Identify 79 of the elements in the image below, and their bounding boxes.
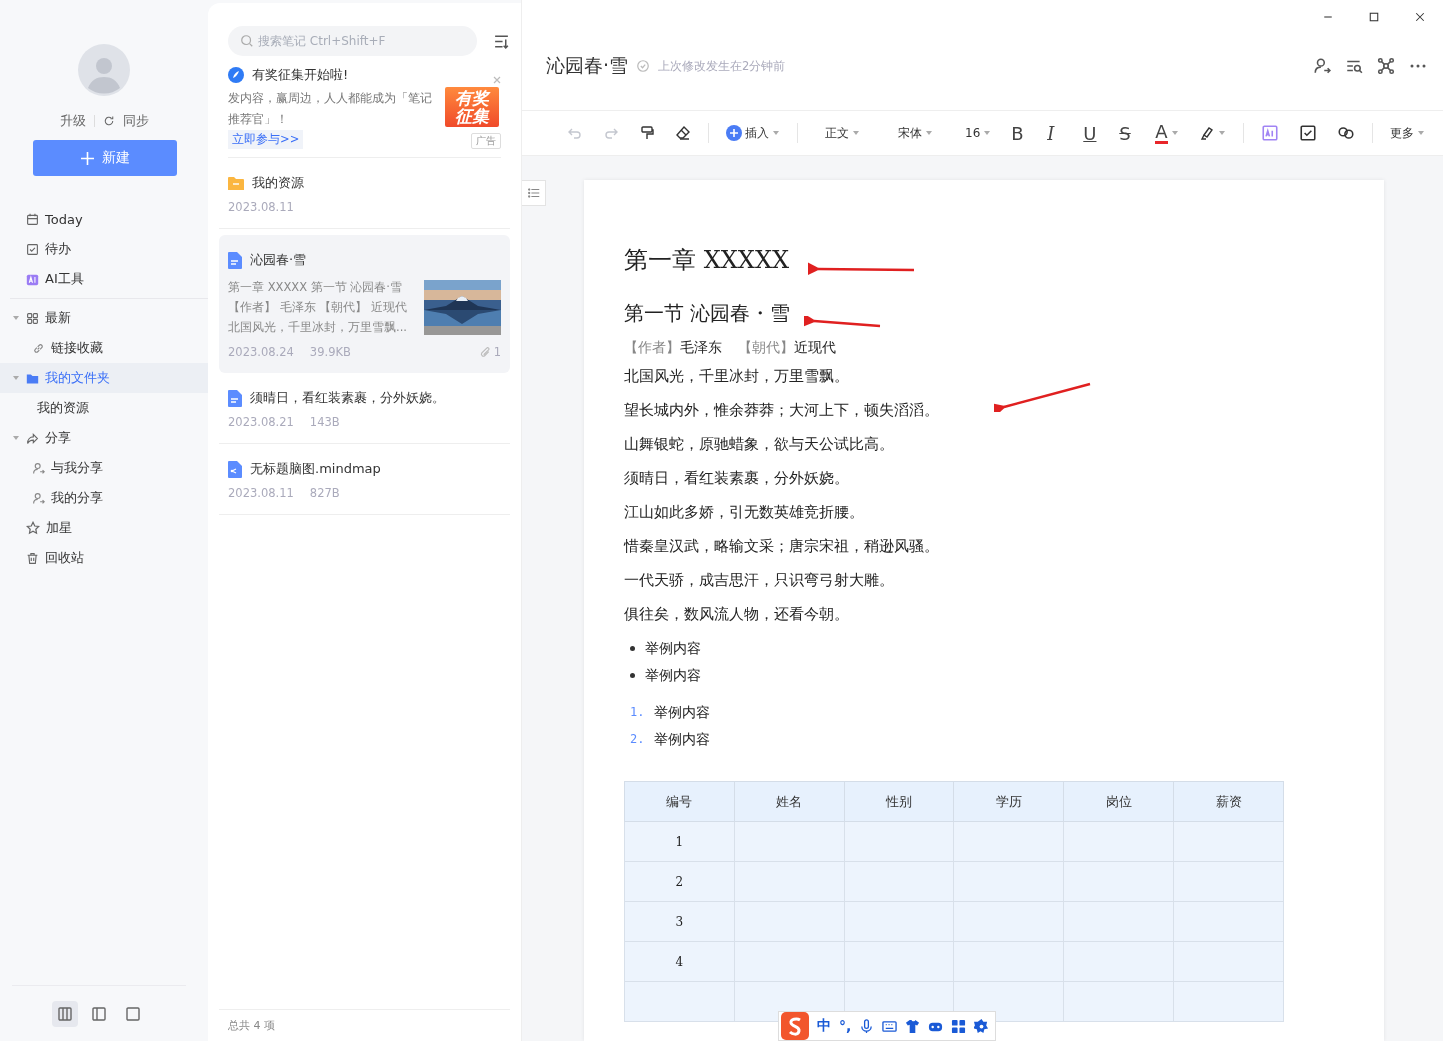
sidebar-item[interactable]: AI工具 xyxy=(0,264,208,294)
table-cell: 4 xyxy=(624,941,735,982)
ad-tag: 广告 xyxy=(471,133,501,149)
poem-line: 惜秦皇汉武，略输文采；唐宗宋祖，稍逊风骚。 xyxy=(624,536,939,557)
note-size: 39.9KB xyxy=(309,345,351,359)
font-color-button[interactable]: A xyxy=(1152,120,1182,146)
list-number: 2. xyxy=(630,731,645,748)
note-card[interactable]: 我的资源 2023.08.11 xyxy=(219,158,510,229)
ad-title: 有奖征集开始啦! xyxy=(252,66,349,84)
table-cell: 1 xyxy=(624,821,735,862)
sidebar-item[interactable]: 待办 xyxy=(0,234,208,264)
note-title: 我的资源 xyxy=(252,174,304,192)
note-title[interactable]: 沁园春·雪 xyxy=(546,53,629,79)
sidebar-item[interactable]: 与我分享 xyxy=(0,453,208,483)
ad-text: 发内容，赢周边，人人都能成为「笔记推荐官」！ xyxy=(228,90,433,128)
column-header: 学历 xyxy=(954,781,1064,822)
note-date: 2023.08.21 xyxy=(228,415,294,429)
note-card[interactable]: 须晴日，看红装素裹，分外妖娆。 2023.08.21 143B xyxy=(219,373,510,444)
note-date: 2023.08.24 xyxy=(228,345,294,359)
note-date: 2023.08.11 xyxy=(228,486,294,500)
column-header: 性别 xyxy=(844,781,954,822)
insert-button[interactable]: 插入 xyxy=(723,120,783,146)
note-size: 143B xyxy=(309,415,340,429)
poem-line: 须晴日，看红装素裹，分外妖娆。 xyxy=(624,468,849,489)
chapter-heading: 第一章 XXXXX xyxy=(624,245,790,276)
sidebar-item[interactable]: 链接收藏 xyxy=(0,333,208,363)
underline-button[interactable]: U xyxy=(1080,120,1103,146)
table-cell: 3 xyxy=(624,901,735,942)
item-count: 总共 4 项 xyxy=(228,1018,275,1033)
poem-line: 望长城内外，惟余莽莽；大河上下，顿失滔滔。 xyxy=(624,400,939,421)
font-size-dropdown[interactable]: 16 xyxy=(962,120,995,146)
poem-line: 一代天骄，成吉思汗，只识弯弓射大雕。 xyxy=(624,570,894,591)
sidebar-item[interactable]: 回收站 xyxy=(0,543,208,573)
poem-line: 俱往矣，数风流人物，还看今朝。 xyxy=(624,604,849,625)
list-item: 举例内容 xyxy=(654,703,711,722)
column-header: 编号 xyxy=(624,781,735,822)
column-header: 姓名 xyxy=(734,781,845,822)
ime-language[interactable]: 中 xyxy=(817,1017,831,1035)
note-card[interactable]: 无标题脑图.mindmap 2023.08.11 827B xyxy=(219,444,510,515)
upgrade-link[interactable]: 升级 xyxy=(59,112,86,130)
save-status: 上次修改发生在2分钟前 xyxy=(658,58,786,74)
table-cell: 2 xyxy=(624,861,735,902)
section-heading: 第一节 沁园春・雪 xyxy=(624,300,791,327)
column-header: 岗位 xyxy=(1063,781,1174,822)
meta-text: 【朝代】近现代 xyxy=(738,338,836,357)
list-item: 举例内容 xyxy=(645,666,701,685)
poem-line: 山舞银蛇，原驰蜡象，欲与天公试比高。 xyxy=(624,434,894,455)
italic-button[interactable]: I xyxy=(1044,120,1067,146)
sidebar-item[interactable]: Today xyxy=(0,204,208,234)
strikethrough-button[interactable]: S xyxy=(1116,120,1139,146)
sidebar-item[interactable]: 我的文件夹 xyxy=(0,363,208,393)
note-preview: 第一章 XXXXX 第一节 沁园春·雪 【作者】 毛泽东 【朝代】 近现代 北国风光，千里冰封，万里雪飘... xyxy=(228,279,408,336)
poem-line: 江山如此多娇，引无数英雄竞折腰。 xyxy=(624,502,864,523)
sidebar-item[interactable]: 最新 xyxy=(0,303,208,333)
sidebar-item[interactable]: 我的资源 xyxy=(0,393,208,423)
sync-link[interactable]: 同步 xyxy=(122,112,149,130)
list-number: 1. xyxy=(630,704,645,721)
more-dropdown[interactable]: 更多 xyxy=(1386,120,1428,146)
list-item: 举例内容 xyxy=(654,730,711,749)
sidebar-item[interactable]: 分享 xyxy=(0,423,208,453)
column-header: 薪资 xyxy=(1173,781,1284,822)
sidebar-item[interactable]: 我的分享 xyxy=(0,483,208,513)
note-date: 2023.08.11 xyxy=(228,200,294,214)
paragraph-style-dropdown[interactable]: 正文 xyxy=(822,120,863,146)
note-title: 无标题脑图.mindmap xyxy=(250,460,381,478)
sidebar-item[interactable]: 加星 xyxy=(0,513,208,543)
note-title: 须晴日，看红装素裹，分外妖娆。 xyxy=(250,389,445,407)
join-link[interactable]: 立即参与>> xyxy=(228,130,304,149)
meta-text: 【作者】毛泽东 xyxy=(624,338,722,357)
poem-line: 北国风光，千里冰封，万里雪飘。 xyxy=(624,366,849,387)
list-item: 举例内容 xyxy=(645,639,701,658)
attachment-count: 1 xyxy=(493,345,501,359)
note-card[interactable]: 沁园春·雪 第一章 XXXXX 第一节 沁园春·雪 【作者】 毛泽东 【朝代】 近现代 北国风光，千里冰封，万里雪飘... 2023.08.24 39.9KB 1 xyxy=(219,235,510,373)
bold-button[interactable]: B xyxy=(1008,120,1031,146)
font-dropdown[interactable]: 宋体 xyxy=(895,120,936,146)
search-field[interactable]: 搜索笔记 Ctrl+Shift+F xyxy=(228,26,477,56)
note-title: 沁园春·雪 xyxy=(250,251,307,269)
note-size: 827B xyxy=(309,486,340,500)
ime-punctuation[interactable]: °, xyxy=(839,1018,852,1034)
